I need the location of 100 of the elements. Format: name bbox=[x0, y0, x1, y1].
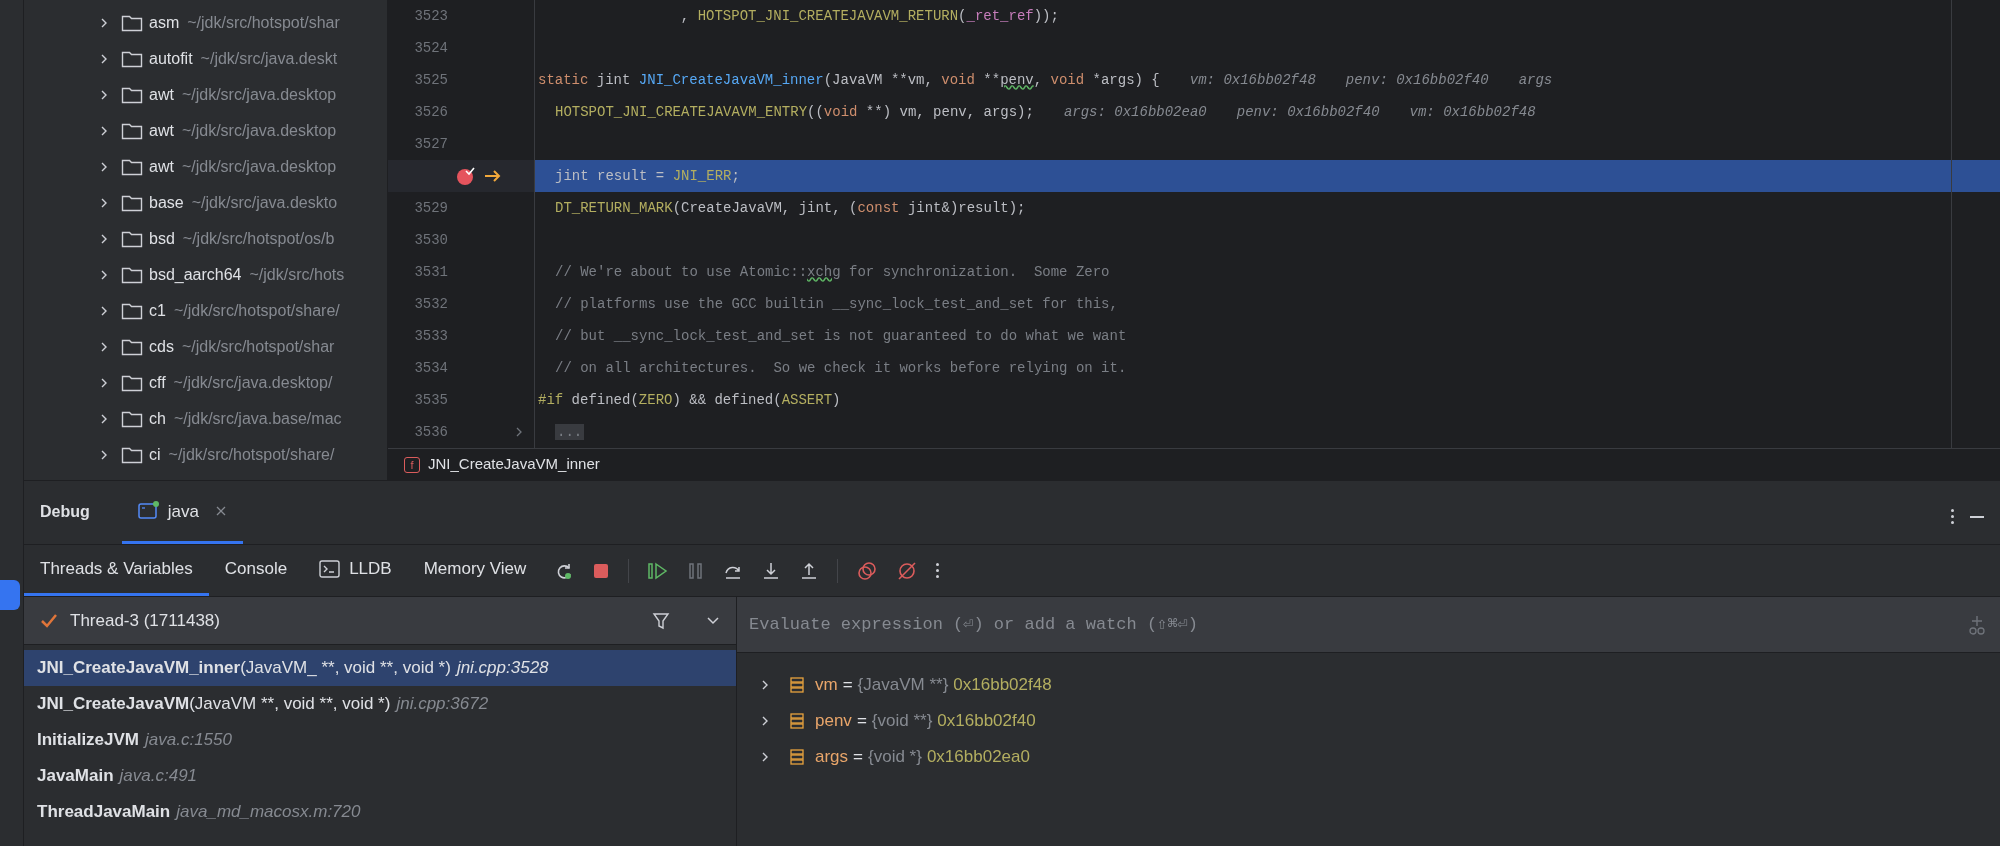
folder-name[interactable]: c1 bbox=[149, 299, 166, 323]
stack-frame[interactable]: InitializeJVM java.c:1550 bbox=[24, 722, 736, 758]
folder-path: ~/jdk/src/java.deskt bbox=[200, 49, 338, 69]
folder-icon bbox=[121, 374, 143, 392]
folder-path: ~/jdk/src/hotspot/share/ bbox=[173, 301, 340, 321]
folder-path: ~/jdk/src/hots bbox=[249, 265, 345, 285]
folder-name[interactable]: asm bbox=[149, 11, 180, 35]
session-tab[interactable]: java bbox=[121, 498, 243, 544]
line-number: 3526 bbox=[413, 102, 448, 122]
function-icon: f bbox=[404, 456, 420, 473]
inline-value-hint: penv: 0x16bb02f40 bbox=[1236, 102, 1380, 122]
evaluate-field[interactable]: Evaluate expression (⏎) or add a watch (⇧⌘⏎) bbox=[737, 597, 2000, 653]
inline-value-hint: penv: 0x16bb02f40 bbox=[1345, 70, 1489, 90]
folder-icon bbox=[121, 338, 143, 356]
breakpoints-icon[interactable] bbox=[856, 559, 879, 582]
stop-icon[interactable] bbox=[592, 561, 611, 580]
app-window-icon bbox=[137, 501, 160, 522]
line-number: 3536 bbox=[413, 422, 448, 442]
folder-path: ~/jdk/src/java.base/mac bbox=[173, 409, 342, 429]
inline-value-hint: args bbox=[1518, 70, 1553, 90]
stack-frame[interactable]: JNI_CreateJavaVM_inner(JavaVM_ **, void **, void *) jni.cpp:3528 bbox=[24, 650, 736, 686]
mute-breakpoints-icon[interactable] bbox=[896, 559, 919, 582]
breadcrumb[interactable]: JNI_CreateJavaVM_inner bbox=[428, 453, 600, 476]
folder-name[interactable]: bsd bbox=[149, 227, 175, 251]
line-number: 3534 bbox=[413, 358, 448, 378]
variable-entry[interactable]: args = {void *} 0x16bb02ea0 bbox=[815, 744, 1030, 770]
variable-icon bbox=[789, 676, 805, 694]
folder-name[interactable]: cff bbox=[149, 371, 166, 395]
folder-icon bbox=[121, 86, 143, 104]
code-line: jint result = JNI_ERR; bbox=[555, 166, 740, 186]
stack-frame[interactable]: JNI_CreateJavaVM(JavaVM **, void **, void *) jni.cpp:3672 bbox=[24, 686, 736, 722]
filter-icon[interactable] bbox=[652, 611, 670, 630]
more-options-icon[interactable] bbox=[1951, 509, 1954, 524]
terminal-icon bbox=[319, 559, 342, 579]
chevron-down-icon[interactable] bbox=[706, 615, 720, 626]
folder-name[interactable]: awt bbox=[149, 119, 174, 143]
folder-icon bbox=[121, 266, 143, 284]
variable-entry[interactable]: vm = {JavaVM **} 0x16bb02f48 bbox=[815, 672, 1052, 698]
folder-icon bbox=[121, 230, 143, 248]
debug-tab[interactable]: LLDB bbox=[303, 545, 408, 596]
line-number: 3531 bbox=[413, 262, 448, 282]
variable-icon bbox=[789, 712, 805, 730]
code-line: DT_RETURN_MARK(CreateJavaVM, jint, (const jint&)result); bbox=[555, 198, 1026, 218]
folder-name[interactable]: ci bbox=[149, 443, 161, 467]
line-number: 3527 bbox=[413, 134, 448, 154]
debug-tab[interactable]: Console bbox=[208, 545, 304, 596]
code-line: // platforms use the GCC builtin __sync_lock_test_and_set for this, bbox=[555, 294, 1118, 314]
folder-icon bbox=[121, 158, 143, 176]
folder-path: ~/jdk/src/hotspot/shar bbox=[187, 13, 340, 33]
variable-icon bbox=[789, 748, 805, 766]
folder-name[interactable]: base bbox=[149, 191, 184, 215]
debug-tab[interactable]: Memory View bbox=[407, 545, 543, 596]
folder-icon bbox=[121, 302, 143, 320]
folder-path: ~/jdk/src/hotspot/shar bbox=[181, 337, 335, 357]
line-number: 3524 bbox=[413, 38, 448, 58]
folder-path: ~/jdk/src/java.deskto bbox=[191, 193, 338, 213]
folder-icon bbox=[121, 14, 143, 32]
code-line: // We're about to use Atomic::xchg for synchronization. Some Zero bbox=[555, 262, 1110, 282]
folder-path: ~/jdk/src/hotspot/os/b bbox=[182, 229, 335, 249]
folder-icon bbox=[121, 446, 143, 464]
evaluate-input[interactable]: Evaluate expression (⏎) or add a watch (⇧⌘⏎) bbox=[749, 604, 1966, 645]
code-line: // on all architectures. So we check it works before relying on it. bbox=[555, 358, 1127, 378]
line-number: 3533 bbox=[413, 326, 448, 346]
folder-name[interactable]: cds bbox=[149, 335, 174, 359]
code-line: static jint JNI_CreateJavaVM_inner(JavaVM **vm, void **penv, void *args) { bbox=[538, 70, 1160, 90]
resume-icon[interactable] bbox=[647, 560, 670, 581]
inline-value-hint: vm: 0x16bb02f48 bbox=[1409, 102, 1536, 122]
inline-value-hint: args: 0x16bb02ea0 bbox=[1063, 102, 1207, 122]
stack-frame[interactable]: ThreadJavaMain java_md_macosx.m:720 bbox=[24, 794, 736, 830]
thread-selector[interactable]: Thread-3 (1711438) bbox=[24, 597, 736, 645]
panel-title: Debug bbox=[40, 502, 90, 522]
folder-name[interactable]: awt bbox=[149, 155, 174, 179]
line-number: 3530 bbox=[413, 230, 448, 250]
breakpoint-icon[interactable] bbox=[456, 166, 476, 186]
line-number: 3525 bbox=[413, 70, 448, 90]
folder-icon bbox=[121, 50, 143, 68]
code-line: // but __sync_lock_test_and_set is not guaranteed to do what we want bbox=[555, 326, 1127, 346]
thread-name: Thread-3 (1711438) bbox=[70, 609, 221, 632]
line-number: 3523 bbox=[413, 6, 448, 26]
folder-name[interactable]: awt bbox=[149, 83, 174, 107]
more-options-icon[interactable] bbox=[936, 563, 940, 578]
code-line: #if defined(ZERO) && defined(ASSERT) bbox=[538, 390, 841, 410]
folder-path: ~/jdk/src/java.desktop bbox=[181, 121, 337, 141]
close-icon[interactable] bbox=[214, 505, 227, 518]
check-icon bbox=[40, 612, 58, 629]
line-number: 3529 bbox=[413, 198, 448, 218]
variable-entry[interactable]: penv = {void **} 0x16bb02f40 bbox=[815, 708, 1036, 734]
folder-icon bbox=[121, 122, 143, 140]
stack-frame[interactable]: JavaMain java.c:491 bbox=[24, 758, 736, 794]
code-line: , HOTSPOT_JNI_CREATEJAVAVM_RETURN(_ret_ref)); bbox=[679, 6, 1059, 26]
line-number: 3532 bbox=[413, 294, 448, 314]
code-line: HOTSPOT_JNI_CREATEJAVAVM_ENTRY((void **) vm, penv, args); bbox=[555, 102, 1034, 122]
folder-name[interactable]: autofit bbox=[149, 47, 193, 71]
folder-name[interactable]: bsd_aarch64 bbox=[149, 263, 242, 287]
folder-path: ~/jdk/src/java.desktop/ bbox=[173, 373, 333, 393]
fold-chevron-icon[interactable] bbox=[514, 426, 524, 438]
folder-path: ~/jdk/src/java.desktop bbox=[181, 85, 337, 105]
inline-value-hint: vm: 0x16bb02f48 bbox=[1189, 70, 1316, 90]
folder-name[interactable]: ch bbox=[149, 407, 166, 431]
folder-path: ~/jdk/src/hotspot/share/ bbox=[168, 445, 335, 465]
